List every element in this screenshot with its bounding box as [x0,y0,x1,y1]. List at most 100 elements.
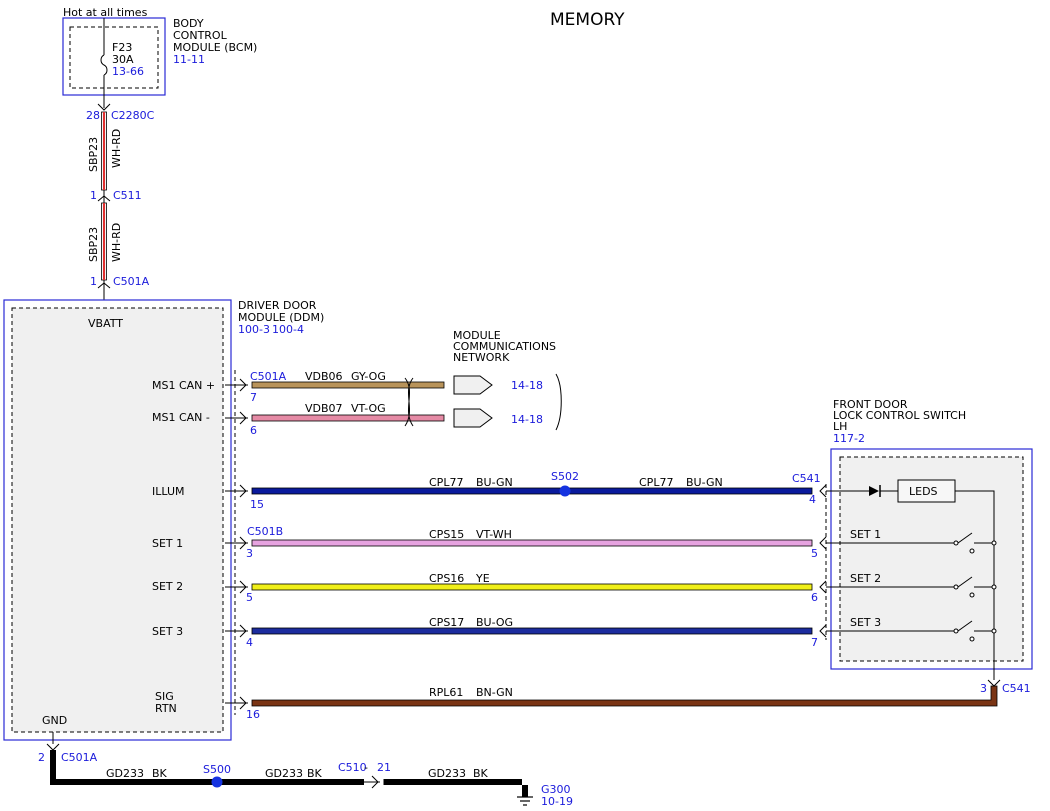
c2280c-name: C2280C [111,109,155,122]
ground-circuit-3: GD233 [428,767,466,780]
ddm-pin-set3: SET 3 [152,625,183,638]
ddm-pin-ms1-can-minus: MS1 CAN - [152,411,210,424]
network-name-line3: NETWORK [453,351,510,364]
wire-cps16 [251,583,813,591]
network-ref-can-plus: 14-18 [511,379,543,392]
splice-s502 [559,485,571,497]
wire-vdb07-pin: 6 [250,424,257,437]
wire-cpl77-circuit-right: CPL77 [639,476,673,489]
c511-pin: 1 [90,189,97,202]
ddm-connector-arrows [225,378,248,710]
network-connector-can-minus [453,408,493,428]
wire-vdb07-circuit: VDB07 [305,402,343,415]
wire-cps16-circuit: CPS16 [429,572,464,585]
inline-connector-c510: C510 [338,761,367,774]
network-bracket [555,373,562,431]
feed-circuit-label-2: SBP23 [87,227,100,262]
wire-cps16-pin2: 6 [811,591,818,604]
gnd-connector-symbol [46,743,60,751]
splice-s500 [211,776,223,788]
c541-rtn-connector-symbol [987,679,1001,687]
ddm-pin-illum: ILLUM [152,485,185,498]
switch-connector-arrows [819,484,827,638]
ground-color-1: BK [152,767,168,780]
wire-vdb06-circuit: VDB06 [305,370,343,383]
feed-color-label-1: WH-RD [110,129,123,168]
ddm-ref-1: 100-3 [238,323,270,336]
c511-name: C511 [113,189,142,202]
wire-cpl77-connector2: C541 [792,472,821,485]
feed-circuit-label-1: SBP23 [87,137,100,172]
wire-cps16-color: YE [475,572,490,585]
ddm-pin-vbatt: VBATT [88,317,123,330]
gnd-pin: 2 [38,751,45,764]
fuse-ref: 13-66 [112,65,144,78]
wire-vdb06-color: GY-OG [351,370,386,383]
bcm-ref: 11-11 [173,53,205,66]
diagram-title: MEMORY [550,10,625,30]
wire-cpl77-color-left: BU-GN [476,476,513,489]
wire-cpl77-circuit-left: CPL77 [429,476,463,489]
network-connector-can-plus [453,375,493,395]
ddm-ref-2: 100-4 [272,323,304,336]
network-ref-can-minus: 14-18 [511,413,543,426]
wire-cps17-color: BU-OG [476,616,513,629]
ground-ref: 10-19 [541,795,573,808]
wire-rpl61-color: BN-GN [476,686,513,699]
wire-cps17-pin: 4 [246,636,253,649]
wire-cps16-pin: 5 [246,591,253,604]
wire-cps15-pin: 3 [246,547,253,560]
feed-color-label-2: WH-RD [110,223,123,262]
gnd-connector: C501A [61,751,98,764]
wire-cps17-circuit: CPS17 [429,616,464,629]
ddm-pin-set2: SET 2 [152,580,183,593]
wire-cps15 [251,539,813,547]
wire-cps15-connector: C501B [247,525,283,538]
wire-vdb06-pin: 7 [250,391,257,404]
ddm-pin-rtn: RTN [155,702,177,715]
switch-set1-label: SET 1 [850,528,881,541]
ground-circuit-2: GD233 [265,767,303,780]
wire-rpl61-pin2: 3 [980,682,987,695]
c501a-vbatt-name: C501A [113,275,150,288]
c510-connector-symbol [364,775,380,789]
splice-s502-label: S502 [551,470,579,483]
switch-name-line2: LOCK CONTROL SWITCH [833,409,966,422]
ddm-pin-set1: SET 1 [152,537,183,550]
wire-rpl61-circuit: RPL61 [429,686,463,699]
wire-cpl77 [251,487,813,495]
wire-vdb07 [251,414,445,422]
wire-cps15-circuit: CPS15 [429,528,464,541]
switch-ref: 117-2 [833,432,865,445]
wire-vdb07-color: VT-OG [351,402,386,415]
inline-connector-pin: 21 [377,761,391,774]
wire-cpl77-color-right: BU-GN [686,476,723,489]
wire-cpl77-pin2: 4 [809,493,816,506]
ground-color-2: BK [307,767,323,780]
memory-wiring-diagram: MEMORY Hot at all times F23 30A 13-66 BO… [3,6,1033,808]
wire-cpl77-pin: 15 [250,498,264,511]
ground-color-3: BK [473,767,489,780]
splice-s500-label: S500 [203,763,231,776]
ddm-module-fill [12,308,223,732]
wire-cps17-pin2: 7 [811,636,818,649]
inline-connector-dash: - [364,761,368,774]
wire-rpl61-connector2: C541 [1002,682,1031,695]
c2280c-pin: 28 [86,109,100,122]
wire-rpl61-pin: 16 [246,708,260,721]
wire-cps17 [251,627,813,635]
ground-icon [517,796,533,806]
ground-circuit-1: GD233 [106,767,144,780]
leds-label: LEDS [909,485,938,498]
ground-wire-right [384,779,528,797]
switch-set2-label: SET 2 [850,572,881,585]
ddm-pin-ms1-can-plus: MS1 CAN + [152,379,215,392]
c501a-vbatt-pin: 1 [90,275,97,288]
feed-wire [101,111,107,300]
ddm-pin-gnd: GND [42,714,67,727]
wire-vdb06-connector: C501A [250,370,287,383]
hot-at-all-times-label: Hot at all times [63,6,148,19]
wire-rpl61 [251,685,998,707]
wire-cps15-pin2: 5 [811,547,818,560]
wire-cps15-color: VT-WH [476,528,512,541]
